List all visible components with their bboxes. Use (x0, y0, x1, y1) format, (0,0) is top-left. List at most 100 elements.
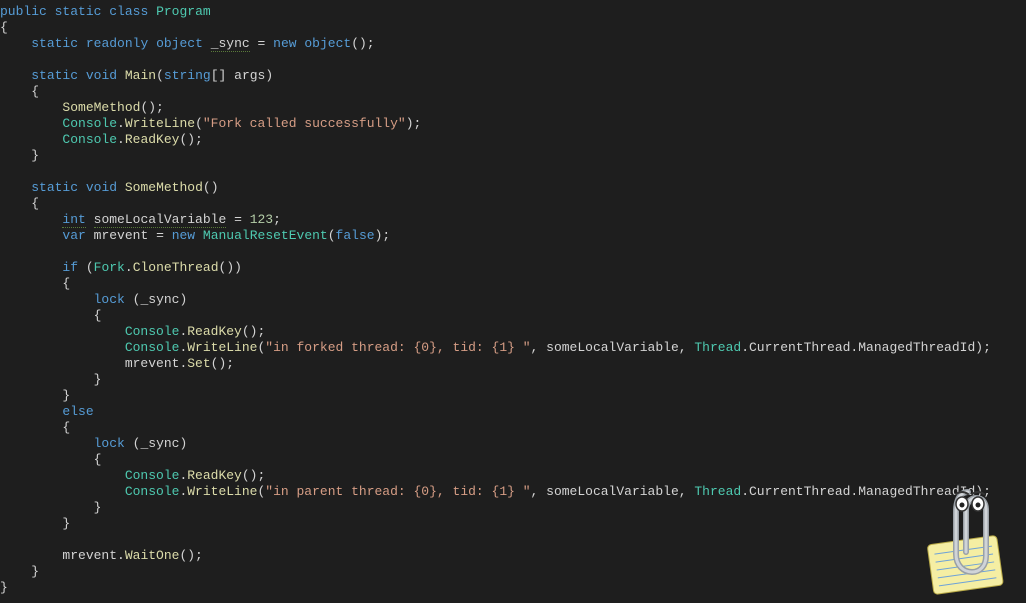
keyword: if (62, 260, 78, 275)
brace: { (94, 452, 102, 467)
keyword: public (0, 4, 47, 19)
method-name: SomeMethod (125, 180, 203, 195)
class-ref: ManualResetEvent (203, 228, 328, 243)
variable: someLocalVariable (546, 484, 679, 499)
call: WriteLine (125, 116, 195, 131)
comma: , (531, 484, 547, 499)
class-ref: Fork (94, 260, 125, 275)
tail: (); (140, 100, 163, 115)
comma: , (679, 340, 695, 355)
brace: } (94, 500, 102, 515)
dot: . (125, 260, 133, 275)
comma: , (531, 340, 547, 355)
property: ManagedThreadId (858, 484, 975, 499)
keyword: void (86, 68, 117, 83)
class-ref: Thread (694, 340, 741, 355)
string: "in parent thread: {0}, tid: {1} " (265, 484, 530, 499)
open: ( (328, 228, 336, 243)
operator: = (258, 36, 266, 51)
keyword: readonly (86, 36, 148, 51)
number: 123 (250, 212, 273, 227)
brace: } (31, 148, 39, 163)
close: ); (975, 484, 991, 499)
keyword: void (86, 180, 117, 195)
dot: . (117, 132, 125, 147)
call: WriteLine (187, 340, 257, 355)
string: "in forked thread: {0}, tid: {1} " (265, 340, 530, 355)
close: ()) (219, 260, 242, 275)
call: CloneThread (133, 260, 219, 275)
keyword: var (62, 228, 85, 243)
class-ref: Console (125, 324, 180, 339)
dot: . (117, 548, 125, 563)
dot: . (741, 484, 749, 499)
brace: { (0, 20, 8, 35)
keyword: int (62, 212, 85, 228)
dot: . (117, 116, 125, 131)
bool: false (336, 228, 375, 243)
brace: } (0, 580, 8, 595)
tail: (); (351, 36, 374, 51)
class-ref: Console (125, 484, 180, 499)
keyword: class (109, 4, 148, 19)
keyword: string (164, 68, 211, 83)
class-ref: Console (125, 468, 180, 483)
call: ReadKey (125, 132, 180, 147)
brace: } (31, 564, 39, 579)
call: ReadKey (187, 324, 242, 339)
code-editor[interactable]: public static class Program { static rea… (0, 0, 1026, 596)
keyword: new (273, 36, 296, 51)
dot: . (741, 340, 749, 355)
variable: mrevent (125, 356, 180, 371)
string: "Fork called successfully" (203, 116, 406, 131)
keyword: else (62, 404, 93, 419)
property: CurrentThread (749, 340, 850, 355)
class-ref: Thread (694, 484, 741, 499)
brace: { (31, 84, 39, 99)
keyword: new (172, 228, 195, 243)
brace: } (94, 372, 102, 387)
brace: } (62, 388, 70, 403)
keyword: static (31, 36, 78, 51)
keyword: static (55, 4, 102, 19)
class-ref: Console (62, 116, 117, 131)
tail: (); (242, 468, 265, 483)
variable: mrevent (94, 228, 149, 243)
tail: ; (273, 212, 281, 227)
class-ref: Console (125, 340, 180, 355)
property: ManagedThreadId (858, 340, 975, 355)
keyword: lock (94, 436, 125, 451)
brackets: [] (211, 68, 227, 83)
open: ( (195, 116, 203, 131)
param: args (234, 68, 265, 83)
field-name: _sync (211, 36, 250, 52)
property: CurrentThread (749, 484, 850, 499)
comma: , (679, 484, 695, 499)
tail: (); (179, 548, 202, 563)
close: ); (975, 340, 991, 355)
brace: { (62, 276, 70, 291)
class-ref: Console (62, 132, 117, 147)
class-name: Program (156, 4, 211, 19)
keyword: object (304, 36, 351, 51)
brace: { (94, 308, 102, 323)
variable: someLocalVariable (94, 212, 227, 228)
brace: { (31, 196, 39, 211)
keyword: static (31, 68, 78, 83)
variable: mrevent (62, 548, 117, 563)
keyword: lock (94, 292, 125, 307)
call: WriteLine (187, 484, 257, 499)
tail: (); (179, 132, 202, 147)
close: ); (375, 228, 391, 243)
tail: (); (211, 356, 234, 371)
call: Set (187, 356, 210, 371)
variable: someLocalVariable (546, 340, 679, 355)
variable: _sync (140, 292, 179, 307)
tail: () (203, 180, 219, 195)
tail: (); (242, 324, 265, 339)
call: WaitOne (125, 548, 180, 563)
operator: = (234, 212, 242, 227)
close: ) (179, 292, 187, 307)
keyword: static (31, 180, 78, 195)
call: ReadKey (187, 468, 242, 483)
